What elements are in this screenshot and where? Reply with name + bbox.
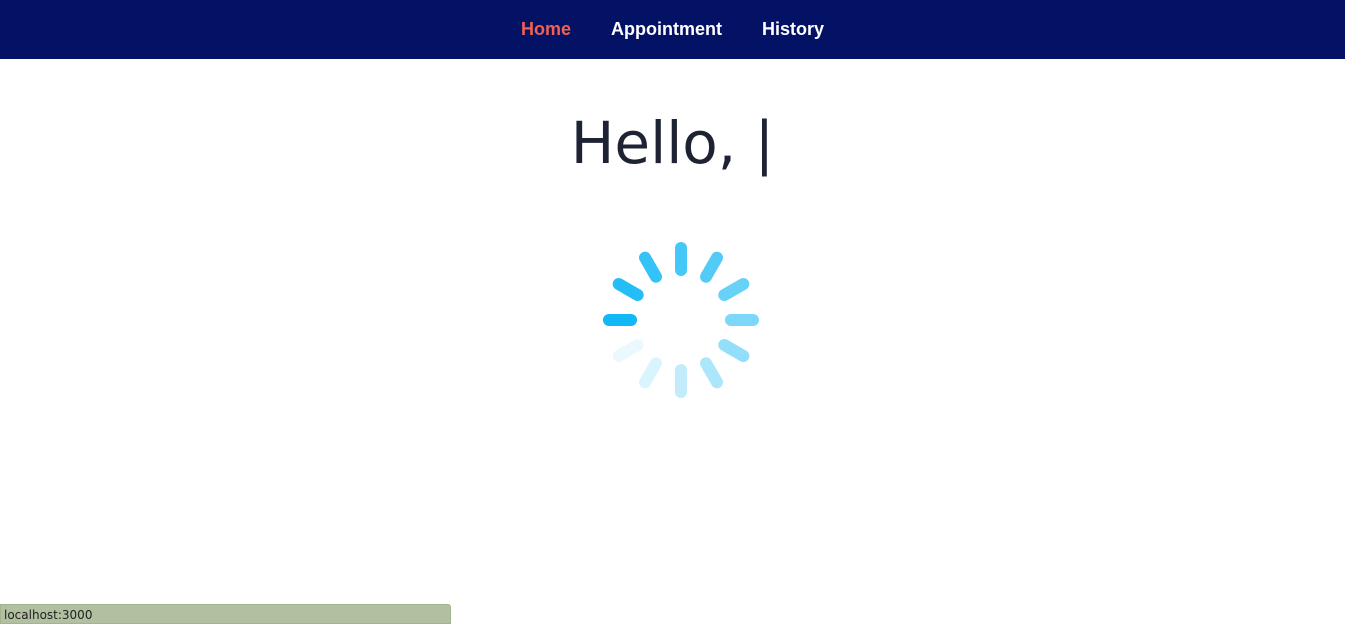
spinner-bar xyxy=(639,357,663,389)
nav-appointment-link[interactable]: Appointment xyxy=(611,19,722,40)
top-navbar: Home Appointment History xyxy=(0,0,1345,59)
nav-home-link[interactable]: Home xyxy=(521,19,571,40)
spinner-bar xyxy=(700,357,723,389)
spinner-bar xyxy=(612,278,644,301)
greeting-heading: Hello, | xyxy=(570,109,775,177)
spinner-bar xyxy=(612,338,644,362)
spinner-bar xyxy=(718,278,750,301)
spinner-bar xyxy=(700,251,723,283)
nav-history-link[interactable]: History xyxy=(762,19,824,40)
loading-spinner-icon xyxy=(603,242,759,398)
spinner-bar xyxy=(639,251,662,283)
status-bar-url: localhost:3000 xyxy=(0,604,451,624)
spinner-bar xyxy=(718,339,750,362)
